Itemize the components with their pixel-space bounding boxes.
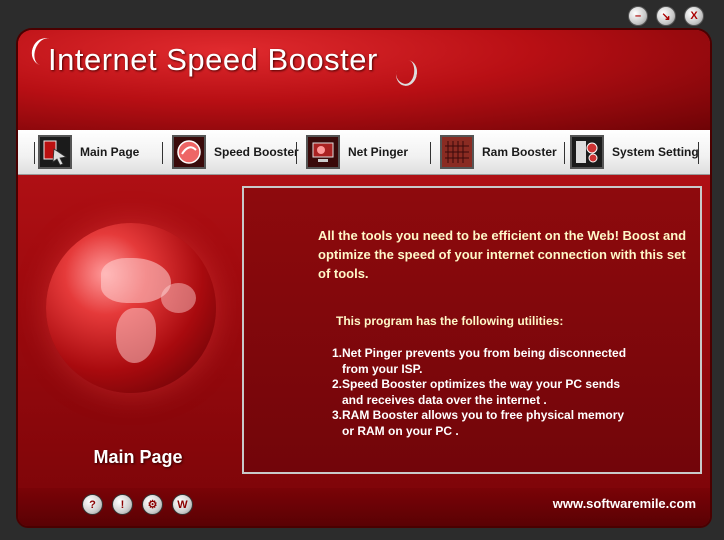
list-item: from your ISP. <box>342 361 423 376</box>
intro-text: All the tools you need to be efficient o… <box>318 228 687 281</box>
tab-main-page[interactable]: Main Page <box>38 132 139 172</box>
list-item: 1.Net Pinger prevents you from being dis… <box>332 346 627 360</box>
speed-booster-icon <box>172 135 206 169</box>
toolbar-separator <box>162 142 163 164</box>
tab-speed-booster[interactable]: Speed Booster <box>172 132 299 172</box>
content-panel: All the tools you need to be efficient o… <box>242 186 702 474</box>
website-link[interactable]: www.softwaremile.com <box>553 496 696 511</box>
website-button[interactable]: W <box>172 494 193 515</box>
globe-continent <box>161 283 196 313</box>
main-toolbar: Main Page Speed Booster Net Pinger Ram B… <box>18 130 710 175</box>
minimize-button[interactable]: – <box>628 6 648 26</box>
toolbar-separator <box>34 142 35 164</box>
utilities-list: 1.Net Pinger prevents you from being dis… <box>332 346 652 439</box>
settings-button[interactable]: ⚙ <box>142 494 163 515</box>
left-panel: Main Page <box>18 175 238 487</box>
tab-label: Speed Booster <box>214 145 299 159</box>
list-item: 3.RAM Booster allows you to free physica… <box>332 408 625 422</box>
toolbar-separator <box>296 142 297 164</box>
about-button[interactable]: ! <box>112 494 133 515</box>
footer-buttons: ? ! ⚙ W <box>82 494 193 515</box>
help-button[interactable]: ? <box>82 494 103 515</box>
toolbar-separator <box>564 142 565 164</box>
left-panel-title: Main Page <box>93 447 183 467</box>
ram-booster-icon <box>440 135 474 169</box>
system-setting-icon <box>570 135 604 169</box>
list-item: or RAM on your PC . <box>342 423 459 438</box>
net-pinger-icon <box>306 135 340 169</box>
app-header: Internet Speed Booster <box>18 30 710 130</box>
main-page-icon <box>38 135 72 169</box>
tab-ram-booster[interactable]: Ram Booster <box>440 132 557 172</box>
window-controls: – ↘ X <box>628 6 706 26</box>
app-title: Internet Speed Booster <box>48 42 378 77</box>
tab-label: System Setting <box>612 145 699 159</box>
tab-label: Main Page <box>80 145 140 159</box>
tab-label: Ram Booster <box>482 145 557 159</box>
utilities-heading: This program has the following utilities… <box>336 314 564 328</box>
footer-bar: ? ! ⚙ W www.softwaremile.com <box>18 488 710 526</box>
app-window: Internet Speed Booster Main Page Speed B… <box>18 30 710 526</box>
tab-net-pinger[interactable]: Net Pinger <box>306 132 408 172</box>
list-item: and receives data over the internet . <box>342 392 547 407</box>
logo-swoosh-right <box>393 58 420 88</box>
list-item: 2.Speed Booster optimizes the way your P… <box>332 377 621 391</box>
toolbar-separator <box>430 142 431 164</box>
globe-image <box>46 223 216 393</box>
restore-button[interactable]: ↘ <box>656 6 676 26</box>
close-button[interactable]: X <box>684 6 704 26</box>
toolbar-separator <box>698 142 699 164</box>
tab-label: Net Pinger <box>348 145 409 159</box>
globe-continent <box>116 308 156 363</box>
tab-system-setting[interactable]: System Setting <box>570 132 699 172</box>
